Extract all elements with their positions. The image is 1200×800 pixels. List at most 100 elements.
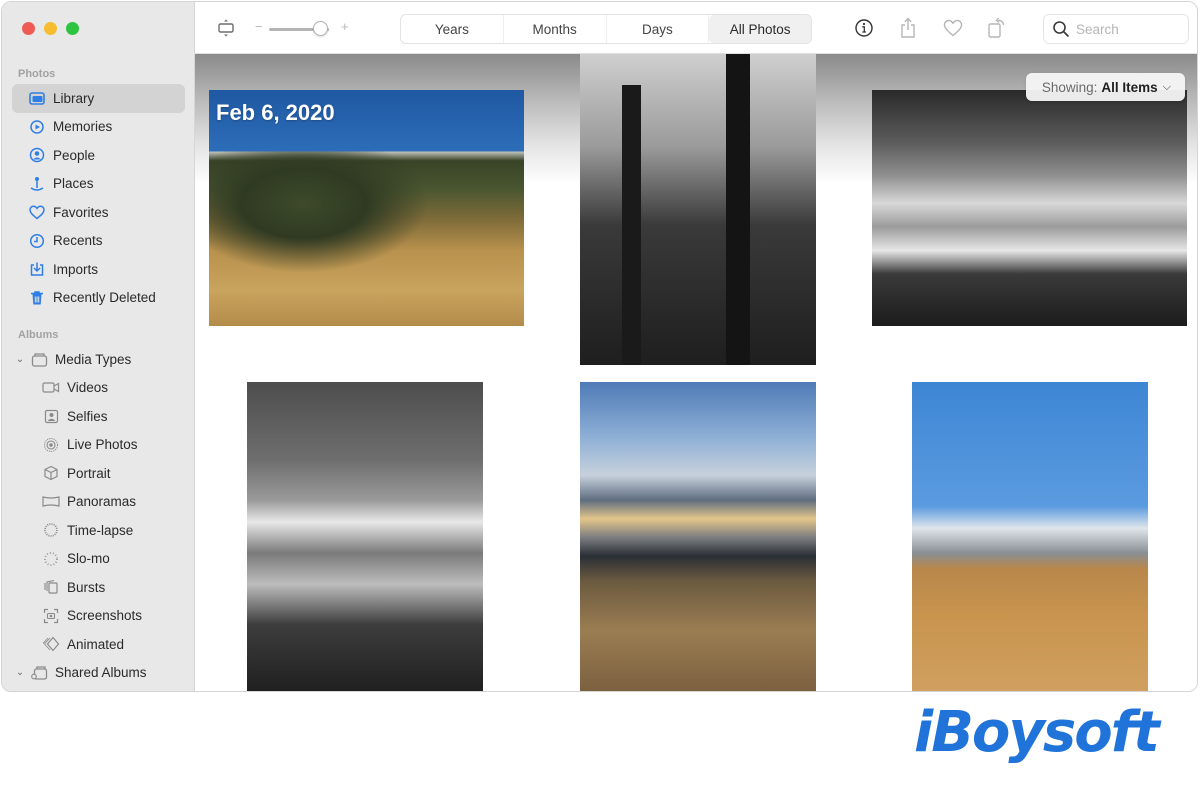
sidebar-item-recently-deleted[interactable]: Recently Deleted <box>12 284 185 313</box>
window-controls <box>22 22 79 35</box>
showing-value: All Items <box>1101 79 1158 95</box>
sidebar-item-label: People <box>53 147 96 163</box>
tab-all-photos[interactable]: All Photos <box>709 15 811 43</box>
photo-thumbnail[interactable] <box>580 382 816 691</box>
minimize-window-button[interactable] <box>44 22 57 35</box>
photo-thumbnail[interactable] <box>247 382 483 691</box>
rotate-icon[interactable] <box>986 17 1008 39</box>
library-icon <box>28 89 46 107</box>
chevron-down-icon: ⌵ <box>1162 80 1171 93</box>
chevron-down-icon[interactable]: ⌄ <box>14 354 26 365</box>
places-icon <box>28 175 46 193</box>
sidebar-section-photos: Photos <box>18 68 56 80</box>
folder-icon <box>30 350 48 368</box>
timelapse-icon <box>42 521 60 539</box>
sidebar-group-media-types[interactable]: ⌄ Media Types <box>12 345 185 374</box>
photo-thumbnail[interactable] <box>912 382 1148 691</box>
sidebar-item-label: Screenshots <box>67 608 143 624</box>
sidebar-item-label: Animated <box>67 636 125 652</box>
sidebar-item-label: Slo-mo <box>67 551 110 567</box>
zoom-window-button[interactable] <box>66 22 79 35</box>
people-icon <box>28 146 46 164</box>
sidebar-item-label: Bursts <box>67 579 106 595</box>
zoom-slider-knob[interactable] <box>313 21 328 36</box>
sidebar-item-label: Media Types <box>55 351 132 367</box>
sidebar-item-live-photos[interactable]: Live Photos <box>12 431 185 460</box>
toolbar: − + Years Months Days All Photos <box>195 2 1197 54</box>
close-window-button[interactable] <box>22 22 35 35</box>
sidebar-item-slo-mo[interactable]: Slo-mo <box>12 545 185 574</box>
selfie-icon <box>42 407 60 425</box>
sidebar-albums-list: ⌄ Media Types Videos Selfies Live Photos… <box>12 345 185 687</box>
photo-thumbnail[interactable] <box>872 90 1187 326</box>
memories-icon <box>28 118 46 136</box>
photo-thumbnail[interactable] <box>580 54 816 365</box>
sidebar-photos-list: Library Memories People Places Favorites… <box>12 84 185 312</box>
iboysoft-watermark-logo: iBoysoft <box>914 700 1160 765</box>
sidebar-item-label: Recently Deleted <box>53 290 156 306</box>
tab-months[interactable]: Months <box>504 15 607 43</box>
sidebar-item-label: Memories <box>53 119 113 135</box>
sidebar-item-people[interactable]: People <box>12 141 185 170</box>
search-field[interactable] <box>1043 14 1189 44</box>
live-photo-icon <box>42 436 60 454</box>
sidebar-item-memories[interactable]: Memories <box>12 113 185 142</box>
search-icon <box>1052 20 1070 38</box>
panorama-icon <box>42 493 60 511</box>
sidebar-item-favorites[interactable]: Favorites <box>12 198 185 227</box>
share-icon[interactable] <box>897 17 919 39</box>
cube-icon <box>42 464 60 482</box>
animated-icon <box>42 635 60 653</box>
trash-icon <box>28 289 46 307</box>
search-input[interactable] <box>1076 21 1176 37</box>
zoom-out-icon: − <box>255 19 263 34</box>
screenshot-icon <box>42 607 60 625</box>
sidebar-item-screenshots[interactable]: Screenshots <box>12 602 185 631</box>
bursts-icon <box>42 578 60 596</box>
sidebar-item-library[interactable]: Library <box>12 84 185 113</box>
sidebar-item-label: Portrait <box>67 465 111 481</box>
tab-days[interactable]: Days <box>607 15 710 43</box>
sidebar-item-animated[interactable]: Animated <box>12 630 185 659</box>
sidebar-item-label: Videos <box>67 380 109 396</box>
sidebar-item-time-lapse[interactable]: Time-lapse <box>12 516 185 545</box>
sidebar-item-imports[interactable]: Imports <box>12 255 185 284</box>
video-icon <box>42 379 60 397</box>
zoom-in-icon: + <box>341 19 349 34</box>
heart-icon <box>28 203 46 221</box>
zoom-slider[interactable]: − + <box>255 19 351 36</box>
shared-albums-icon <box>30 664 48 682</box>
sidebar-item-label: Favorites <box>53 204 109 220</box>
sidebar-item-label: Live Photos <box>67 437 138 453</box>
sidebar-item-places[interactable]: Places <box>12 170 185 199</box>
import-icon <box>28 260 46 278</box>
clock-icon <box>28 232 46 250</box>
info-icon[interactable] <box>853 17 875 39</box>
sidebar-item-label: Imports <box>53 261 99 277</box>
sidebar-item-selfies[interactable]: Selfies <box>12 402 185 431</box>
sidebar-item-label: Library <box>53 90 95 106</box>
favorite-heart-icon[interactable] <box>942 17 964 39</box>
sidebar-section-albums: Albums <box>18 329 59 341</box>
aspect-ratio-toggle-icon[interactable] <box>215 17 237 39</box>
showing-prefix: Showing: <box>1041 79 1098 95</box>
photo-grid: Feb 6, 2020 Showing: All Items ⌵ <box>195 54 1197 691</box>
sidebar-group-shared-albums[interactable]: ⌄ Shared Albums <box>12 659 185 688</box>
sidebar-item-bursts[interactable]: Bursts <box>12 573 185 602</box>
sidebar-item-portrait[interactable]: Portrait <box>12 459 185 488</box>
sidebar: Photos Library Memories People Places Fa… <box>2 2 195 691</box>
view-segmented-control: Years Months Days All Photos <box>400 14 812 44</box>
sidebar-item-label: Selfies <box>67 408 108 424</box>
sidebar-item-videos[interactable]: Videos <box>12 374 185 403</box>
tab-years[interactable]: Years <box>401 15 504 43</box>
date-header: Feb 6, 2020 <box>216 100 335 125</box>
photos-app-window: Photos Library Memories People Places Fa… <box>1 1 1198 692</box>
sidebar-item-panoramas[interactable]: Panoramas <box>12 488 185 517</box>
sidebar-item-label: Recents <box>53 233 103 249</box>
sidebar-item-label: Panoramas <box>67 494 137 510</box>
chevron-down-icon[interactable]: ⌄ <box>14 667 26 678</box>
showing-filter-button[interactable]: Showing: All Items ⌵ <box>1025 73 1185 101</box>
slomo-icon <box>42 550 60 568</box>
sidebar-item-label: Places <box>53 176 94 192</box>
sidebar-item-recents[interactable]: Recents <box>12 227 185 256</box>
